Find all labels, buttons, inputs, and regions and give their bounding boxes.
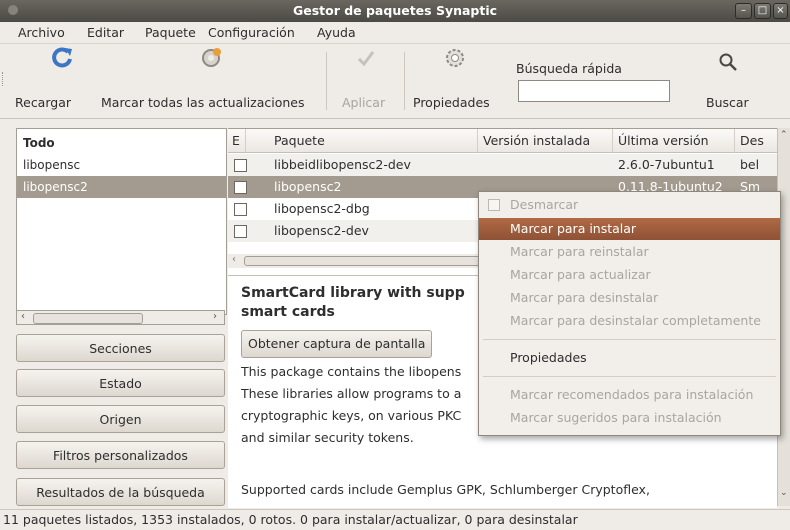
menu-item-mark-reinstall[interactable]: Marcar para reinstalar (479, 241, 780, 263)
menu-archivo[interactable]: Archivo (18, 25, 65, 40)
properties-label: Propiedades (413, 95, 490, 110)
row-checkbox[interactable] (234, 225, 247, 238)
origin-button[interactable]: Origen (16, 405, 225, 433)
column-header-status[interactable]: E (228, 129, 246, 153)
custom-filters-label: Filtros personalizados (53, 448, 188, 463)
menu-item-unmark[interactable]: Desmarcar (479, 194, 780, 216)
package-name: libopensc2-dev (274, 223, 369, 238)
description-text: This package contains the libopens (241, 364, 462, 379)
filter-item-todo[interactable]: Todo (17, 132, 226, 154)
mark-all-label: Marcar todas las actualizaciones (101, 95, 305, 110)
scrollbar-thumb[interactable] (33, 313, 143, 324)
column-header-installed[interactable]: Versión instalada (478, 129, 613, 153)
menu-item-mark-suggested[interactable]: Marcar sugeridos para instalación (479, 407, 780, 429)
filter-list: Todo libopensc libopensc2 (16, 128, 227, 315)
context-menu: Desmarcar Marcar para instalar Marcar pa… (478, 191, 781, 436)
scroll-down-arrow-icon[interactable]: ⌄ (780, 488, 788, 498)
origin-label: Origen (99, 412, 142, 427)
menu-paquete[interactable]: Paquete (145, 25, 196, 40)
title-bar: Gestor de paquetes Synaptic – □ × (0, 0, 790, 22)
scroll-left-arrow-icon[interactable]: ‹ (232, 254, 236, 265)
filter-list-scrollbar[interactable]: ‹ › (16, 310, 225, 325)
menu-item-label: Desmarcar (510, 197, 579, 212)
check-icon (357, 51, 375, 67)
menu-ayuda[interactable]: Ayuda (317, 25, 356, 40)
row-checkbox[interactable] (234, 181, 247, 194)
column-header-description[interactable]: Des (735, 129, 778, 153)
search-results-button[interactable]: Resultados de la búsqueda (16, 478, 225, 506)
toolbar: Recargar Marcar todas las actualizacione… (0, 44, 790, 119)
package-name: libopensc2 (274, 179, 342, 194)
latest-version: 2.6.0-7ubuntu1 (618, 157, 715, 172)
status-bar: 11 paquetes listados, 1353 instalados, 0… (0, 509, 790, 529)
menu-item-mark-recommended[interactable]: Marcar recomendados para instalación (479, 384, 780, 406)
package-name: libopensc2-dbg (274, 201, 370, 216)
package-desc: bel (740, 157, 760, 172)
column-header-latest[interactable]: Última versión (613, 129, 735, 153)
toolbar-grip (2, 72, 6, 86)
sections-label: Secciones (89, 341, 152, 356)
description-text: cryptographic keys, on various PKC (241, 408, 462, 423)
menu-item-mark-purge[interactable]: Marcar para desinstalar completamente (479, 310, 780, 332)
properties-gear-icon (446, 49, 464, 67)
row-checkbox[interactable] (234, 159, 247, 172)
menu-separator (483, 339, 776, 340)
minimize-button[interactable]: – (735, 3, 752, 19)
maximize-button[interactable]: □ (754, 3, 771, 19)
status-label: Estado (99, 376, 142, 391)
filter-item-libopensc[interactable]: libopensc (17, 154, 226, 176)
menu-item-mark-install[interactable]: Marcar para instalar (479, 218, 780, 240)
menu-item-properties[interactable]: Propiedades (479, 347, 780, 369)
menu-bar: Archivo Editar Paquete Configuración Ayu… (0, 22, 790, 44)
column-header-package[interactable]: Paquete (246, 129, 478, 153)
menu-item-mark-remove[interactable]: Marcar para desinstalar (479, 287, 780, 309)
filter-item-libopensc2[interactable]: libopensc2 (17, 176, 226, 198)
close-button[interactable]: × (773, 3, 788, 19)
quick-search-input[interactable] (518, 80, 670, 102)
description-text: and similar security tokens. (241, 430, 414, 445)
toolbar-separator (326, 52, 327, 110)
search-icon (719, 53, 737, 71)
search-label: Buscar (706, 95, 749, 110)
description-text: Supported cards include Gemplus GPK, Sch… (241, 482, 650, 497)
menu-configuracion[interactable]: Configuración (208, 25, 295, 40)
quick-search-label: Búsqueda rápida (516, 61, 622, 76)
reload-label: Recargar (15, 95, 71, 110)
gear-upgrade-icon (202, 48, 221, 67)
table-row[interactable]: libbeidlibopensc2-dev 2.6.0-7ubuntu1 bel (228, 154, 778, 176)
custom-filters-button[interactable]: Filtros personalizados (16, 441, 225, 469)
menu-item-mark-upgrade[interactable]: Marcar para actualizar (479, 264, 780, 286)
sections-button[interactable]: Secciones (16, 334, 225, 362)
menu-separator (483, 376, 776, 377)
row-checkbox[interactable] (234, 203, 247, 216)
reload-icon (52, 47, 72, 68)
description-text: These libraries allow programs to a (241, 386, 462, 401)
menu-editar[interactable]: Editar (87, 25, 124, 40)
apply-label: Aplicar (342, 95, 386, 110)
scroll-right-arrow-icon[interactable]: › (213, 311, 217, 322)
scroll-up-arrow-icon[interactable]: ⌃ (780, 130, 788, 140)
toolbar-separator (404, 52, 405, 110)
get-screenshot-button[interactable]: Obtener captura de pantalla (241, 330, 433, 358)
status-button[interactable]: Estado (16, 369, 225, 397)
package-name: libbeidlibopensc2-dev (274, 157, 411, 172)
window-title: Gestor de paquetes Synaptic (292, 3, 498, 18)
scroll-left-arrow-icon[interactable]: ‹ (21, 311, 25, 322)
unmark-checkbox-icon (488, 199, 500, 211)
search-results-label: Resultados de la búsqueda (36, 485, 205, 500)
description-title: SmartCard library with supp smart cards (241, 285, 465, 320)
